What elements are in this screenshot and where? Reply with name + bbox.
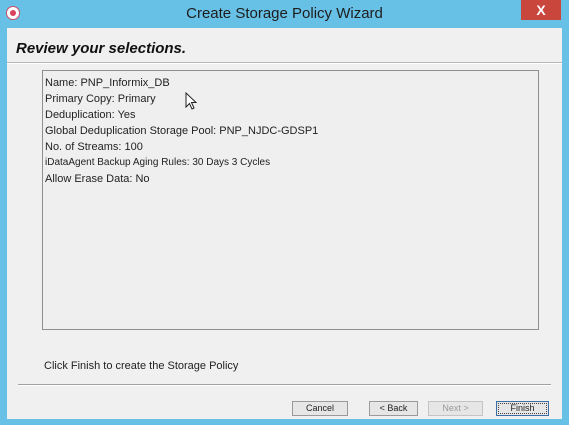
title-bar: Create Storage Policy Wizard X	[0, 0, 569, 28]
footer-divider	[18, 384, 551, 386]
page-heading: Review your selections.	[16, 40, 187, 57]
summary-name: Name: PNP_Informix_DB	[45, 77, 170, 89]
next-button[interactable]: Next >	[428, 401, 483, 416]
window-frame-right	[562, 28, 569, 425]
summary-allow-erase: Allow Erase Data: No	[45, 173, 150, 185]
summary-aging-rules: iDataAgent Backup Aging Rules: 30 Days 3…	[45, 157, 271, 168]
mouse-cursor-icon	[185, 92, 197, 110]
summary-storage-pool: Global Deduplication Storage Pool: PNP_N…	[45, 125, 319, 137]
close-button[interactable]: X	[521, 0, 561, 20]
finish-button[interactable]: Finish	[496, 401, 549, 416]
summary-primary-copy: Primary Copy: Primary	[45, 93, 156, 105]
summary-box: Name: PNP_Informix_DB Primary Copy: Prim…	[42, 70, 539, 330]
window-title: Create Storage Policy Wizard	[186, 5, 383, 22]
finish-hint: Click Finish to create the Storage Polic…	[44, 360, 239, 372]
wizard-body: Review your selections. Name: PNP_Inform…	[7, 28, 562, 419]
header-divider	[7, 62, 562, 64]
summary-streams: No. of Streams: 100	[45, 141, 143, 153]
window-frame-bottom	[0, 419, 569, 425]
summary-deduplication: Deduplication: Yes	[45, 109, 136, 121]
window-frame-left	[0, 28, 7, 425]
back-button[interactable]: < Back	[369, 401, 418, 416]
cancel-button[interactable]: Cancel	[292, 401, 348, 416]
